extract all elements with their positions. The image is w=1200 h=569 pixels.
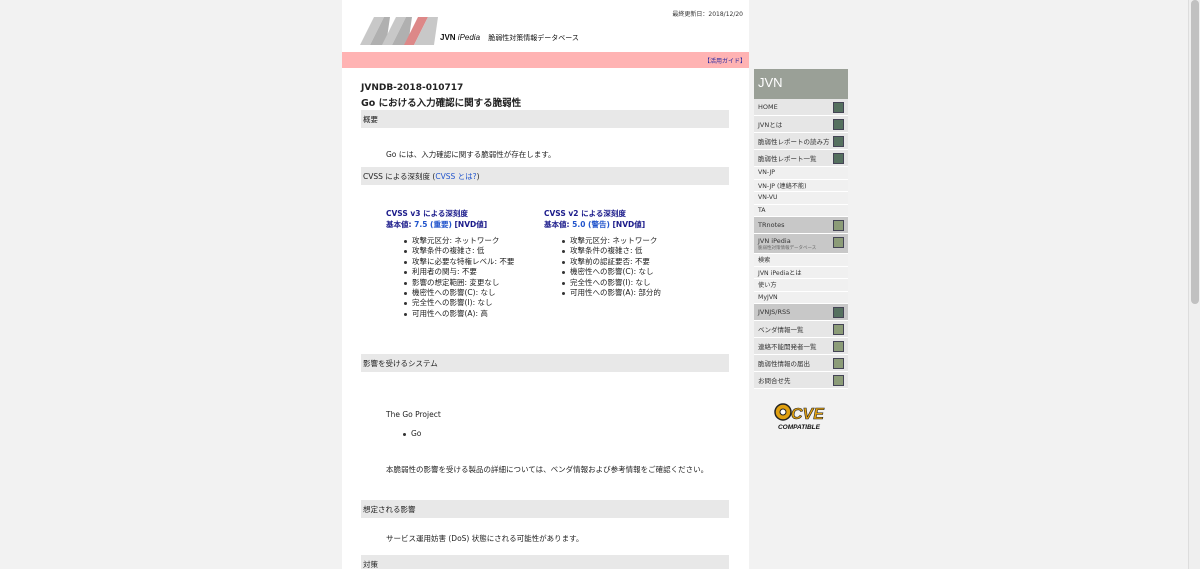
metric-item: 完全性への影響(I): なし <box>404 298 546 308</box>
sidebar-item-vn-jp-unreachable[interactable]: VN-JP (連絡不能) <box>754 179 848 192</box>
metric-item: 完全性への影響(I): なし <box>562 278 704 288</box>
section-cvss: CVSS による深刻度 (CVSS とは?) <box>361 167 729 185</box>
sidebar-item-vendor-list[interactable]: ベンダ情報一覧 <box>754 321 848 338</box>
vertical-scrollbar[interactable] <box>1188 0 1200 569</box>
sidebar-item-report-list[interactable]: 脆弱性レポート一覧 <box>754 150 848 167</box>
metric-item: 利用者の関与: 不要 <box>404 267 546 277</box>
cvss-v2-metrics: 攻撃元区分: ネットワーク 攻撃条件の複雑さ: 低 攻撃前の認証要否: 不要 機… <box>562 236 704 298</box>
metric-item: 攻撃元区分: ネットワーク <box>562 236 704 246</box>
cvss-v3-score: 基本値: 7.5 (重要) [NVD値] <box>386 220 488 229</box>
sidebar-item-myjvn[interactable]: MyJVN <box>754 291 848 304</box>
sidebar-item-jvn-ipedia[interactable]: JVN iPedia 脆弱性対策情報データベース <box>754 234 848 254</box>
sidebar-item-ta[interactable]: TA <box>754 204 848 217</box>
overview-text: Go には、入力確認に関する脆弱性が存在します。 <box>386 150 556 159</box>
scrollbar-thumb[interactable] <box>1191 0 1199 304</box>
sidebar-item-how-to-read[interactable]: 脆弱性レポートの読み方 <box>754 133 848 150</box>
metric-item: 可用性への影響(A): 部分的 <box>562 288 704 298</box>
cve-compatible-logo[interactable]: CVE COMPATIBLE <box>773 400 825 432</box>
sidebar: JVN HOME JVNとは 脆弱性レポートの読み方 脆弱性レポート一覧 VN-… <box>754 69 848 389</box>
site-header: 最終更新日：2018/12/20 JVN iPedia 脆弱性対策情報データベー… <box>342 0 749 52</box>
cvss-v2-score: 基本値: 5.0 (警告) [NVD値] <box>544 220 646 229</box>
vuln-id: JVNDB-2018-010717 <box>361 83 464 93</box>
cvss-v3-title: CVSS v3 による深刻度 <box>386 209 468 218</box>
vendor-name: The Go Project <box>386 410 441 419</box>
sidebar-item-jvnjs-rss[interactable]: JVNJS/RSS <box>754 304 848 321</box>
metric-item: 攻撃前の認証要否: 不要 <box>562 257 704 267</box>
ipedia-icon <box>833 237 844 248</box>
cvss-scores: CVSS v3 による深刻度 基本値: 7.5 (重要) [NVD値] 攻撃元区… <box>361 193 729 318</box>
sidebar-item-usage[interactable]: 使い方 <box>754 279 848 292</box>
sidebar-item-vn-jp[interactable]: VN-JP <box>754 167 848 180</box>
cvss-v2: CVSS v2 による深刻度 基本値: 5.0 (警告) [NVD値] 攻撃元区… <box>544 208 704 298</box>
developers-icon <box>833 341 844 352</box>
sidebar-item-contact[interactable]: お問合せ先 <box>754 372 848 389</box>
main-page: 最終更新日：2018/12/20 JVN iPedia 脆弱性対策情報データベー… <box>342 0 749 569</box>
metric-item: 攻撃条件の複雑さ: 低 <box>404 246 546 256</box>
sidebar-item-unreachable-developers[interactable]: 連絡不能開発者一覧 <box>754 338 848 355</box>
guide-link[interactable]: 【活用ガイド】 <box>704 56 746 65</box>
contact-icon <box>833 375 844 386</box>
metric-item: 攻撃元区分: ネットワーク <box>404 236 546 246</box>
impact-text: サービス運用妨害 (DoS) 状態にされる可能性があります。 <box>386 534 584 543</box>
section-impact: 想定される影響 <box>361 500 729 518</box>
vuln-title: Go における入力確認に関する脆弱性 <box>361 98 522 109</box>
info-icon <box>833 119 844 130</box>
section-affected: 影響を受けるシステム <box>361 354 729 372</box>
metric-item: 機密性への影響(C): なし <box>562 267 704 277</box>
cvss-v3: CVSS v3 による深刻度 基本値: 7.5 (重要) [NVD値] 攻撃元区… <box>386 208 546 319</box>
metric-item: 機密性への影響(C): なし <box>404 288 546 298</box>
sidebar-item-trnotes[interactable]: TRnotes <box>754 217 848 234</box>
vendor-icon <box>833 324 844 335</box>
product-item: Go <box>403 429 729 438</box>
last-updated: 最終更新日：2018/12/20 <box>672 11 743 18</box>
cvss-v2-title: CVSS v2 による深刻度 <box>544 209 626 218</box>
cvss-v3-metrics: 攻撃元区分: ネットワーク 攻撃条件の複雑さ: 低 攻撃に必要な特権レベル: 不… <box>404 236 546 319</box>
metric-item: 攻撃条件の複雑さ: 低 <box>562 246 704 256</box>
vuln-content: JVNDB-2018-010717 Go における入力確認に関する脆弱性 概要 … <box>342 68 749 569</box>
home-icon <box>833 102 844 113</box>
cvss-help-link[interactable]: CVSS とは? <box>435 172 476 181</box>
site-title: JVN iPedia 脆弱性対策情報データベース <box>440 33 579 42</box>
affected-note: 本脆弱性の影響を受ける製品の詳細については、ベンダ情報および参考情報をご確認くだ… <box>386 465 709 474</box>
sidebar-item-report-vuln[interactable]: 脆弱性情報の届出 <box>754 355 848 372</box>
sidebar-title: JVN <box>754 69 848 99</box>
sidebar-item-about-jvn[interactable]: JVNとは <box>754 116 848 133</box>
sidebar-item-search[interactable]: 検索 <box>754 254 848 267</box>
jvn-logo-icon[interactable] <box>360 17 438 45</box>
report-icon <box>833 358 844 369</box>
product-list: Go <box>403 429 729 438</box>
book-icon <box>833 136 844 147</box>
rss-icon <box>833 307 844 318</box>
sidebar-item-about-ipedia[interactable]: JVN iPediaとは <box>754 266 848 279</box>
download-icon <box>833 220 844 231</box>
guide-bar: 【活用ガイド】 <box>342 52 749 68</box>
sidebar-item-vn-vu[interactable]: VN-VU <box>754 192 848 205</box>
list-icon <box>833 153 844 164</box>
cve-text: CVE <box>791 406 825 423</box>
metric-item: 攻撃に必要な特権レベル: 不要 <box>404 257 546 267</box>
metric-item: 影響の想定範囲: 変更なし <box>404 278 546 288</box>
metric-item: 可用性への影響(A): 高 <box>404 309 546 319</box>
sidebar-item-home[interactable]: HOME <box>754 99 848 116</box>
section-countermeasure: 対策 <box>361 555 729 569</box>
section-overview: 概要 <box>361 110 729 128</box>
cve-compatible-text: COMPATIBLE <box>778 424 821 431</box>
